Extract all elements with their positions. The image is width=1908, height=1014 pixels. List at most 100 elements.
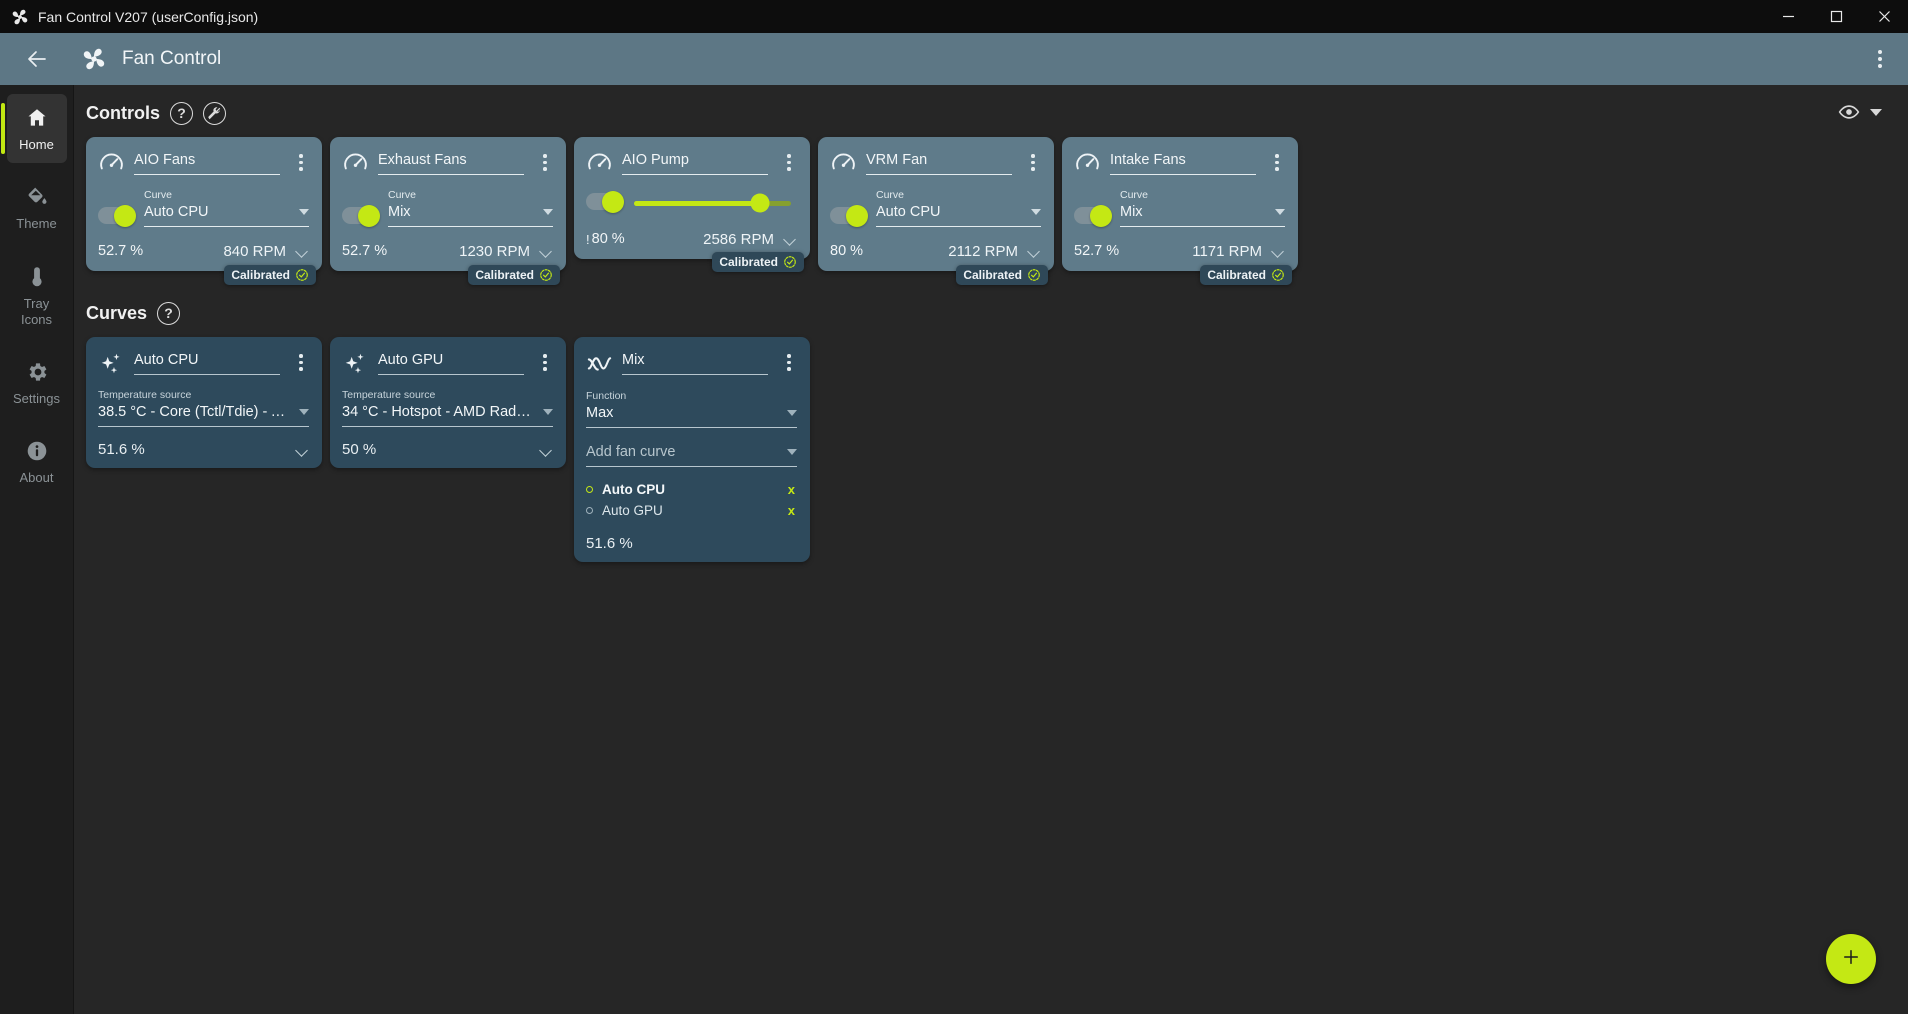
wrench-circle-icon[interactable] [203, 101, 226, 125]
expand-chevron-icon[interactable] [1028, 247, 1041, 255]
control-name-field[interactable]: AIO Fans [134, 150, 284, 175]
back-arrow-icon[interactable] [24, 46, 50, 72]
list-item[interactable]: Auto GPU x [586, 500, 797, 521]
eye-icon[interactable] [1838, 101, 1860, 123]
sidebar-item-about[interactable]: About [7, 427, 67, 496]
window-title: Fan Control V207 (userConfig.json) [38, 8, 259, 25]
control-name-field[interactable]: Exhaust Fans [378, 150, 528, 175]
chevron-down-icon[interactable] [787, 410, 797, 416]
control-stats: 52.7 % 1230 RPM [342, 241, 553, 261]
control-card[interactable]: AIO Pump ! 80 % 2586 RPM Calibrated [574, 137, 810, 272]
chevron-down-icon[interactable] [1031, 209, 1041, 215]
control-name-field[interactable]: VRM Fan [866, 150, 1016, 175]
sidebar-item-settings[interactable]: Settings [7, 348, 67, 417]
chevron-down-icon[interactable] [787, 449, 797, 455]
list-item[interactable]: Auto CPU x [586, 479, 797, 500]
curve-select[interactable]: Curve Auto CPU [144, 189, 309, 227]
control-name-field[interactable]: AIO Pump [622, 150, 772, 175]
maximize-button[interactable] [1812, 0, 1860, 33]
temperature-source-select[interactable]: Temperature source 34 °C - Hotspot - AMD… [342, 389, 553, 427]
curves-title: Curves [86, 302, 148, 323]
more-vertical-icon[interactable] [1025, 150, 1041, 171]
control-enable-toggle[interactable] [1074, 204, 1112, 227]
card-header: Intake Fans [1074, 150, 1285, 178]
help-circle-icon[interactable]: ? [170, 101, 193, 125]
control-percent: 80 % [591, 231, 625, 247]
chevron-down-icon[interactable] [543, 209, 553, 215]
curve-select[interactable]: Curve Auto CPU [876, 189, 1041, 227]
expand-chevron-icon[interactable] [1272, 247, 1285, 255]
control-card[interactable]: AIO Fans Curve Auto CPU 52.7 % 840 RPM C… [86, 137, 322, 285]
help-circle-icon[interactable]: ? [157, 301, 181, 325]
control-card[interactable]: Intake Fans Curve Mix 52.7 % 1171 RPM Ca… [1062, 137, 1298, 285]
info-icon [25, 439, 49, 463]
curve-name-field[interactable]: Auto GPU [378, 350, 528, 375]
control-mode-row: Curve Mix [1074, 189, 1285, 227]
chevron-down-icon[interactable] [1870, 108, 1882, 116]
control-name: Intake Fans [1110, 150, 1256, 175]
chevron-down-icon[interactable] [299, 409, 309, 415]
control-mode-row: Curve Auto CPU [98, 189, 309, 227]
sidebar-item-home[interactable]: Home [0, 94, 67, 164]
add-fan-curve-select[interactable]: Add fan curve [586, 442, 797, 467]
control-percent: 52.7 % [342, 243, 388, 259]
remove-icon[interactable]: x [788, 503, 795, 518]
more-vertical-icon[interactable] [781, 150, 797, 171]
gear-icon [25, 360, 49, 384]
more-vertical-icon[interactable] [293, 350, 309, 371]
curve-card[interactable]: Auto GPU Temperature source 34 °C - Hots… [330, 337, 566, 468]
home-icon [25, 106, 49, 130]
expand-chevron-icon[interactable] [540, 247, 553, 255]
expand-chevron-icon[interactable] [540, 446, 553, 454]
visibility-toggle[interactable] [1838, 101, 1882, 123]
function-select[interactable]: Function Max [586, 390, 797, 428]
curve-select[interactable]: Curve Mix [1120, 189, 1285, 227]
close-button[interactable] [1860, 0, 1908, 33]
add-button[interactable] [1826, 934, 1876, 984]
controls-section-header: Controls ? [86, 99, 1908, 127]
control-enable-toggle[interactable] [830, 204, 868, 227]
more-vertical-icon[interactable] [1868, 47, 1892, 71]
temperature-source-select[interactable]: Temperature source 38.5 °C - Core (Tctl/… [98, 389, 309, 427]
curve-select[interactable]: Curve Mix [388, 189, 553, 227]
sidebar-item-tray-icons[interactable]: Tray Icons [7, 253, 67, 339]
minimize-button[interactable] [1764, 0, 1812, 33]
card-header: AIO Fans [98, 150, 309, 178]
control-name-field[interactable]: Intake Fans [1110, 150, 1260, 175]
more-vertical-icon[interactable] [537, 350, 553, 371]
chevron-down-icon[interactable] [1275, 209, 1285, 215]
status-badge: Calibrated [712, 252, 804, 272]
curve-label: Curve [388, 189, 417, 201]
chevron-down-icon[interactable] [299, 209, 309, 215]
control-card[interactable]: Exhaust Fans Curve Mix 52.7 % 1230 RPM C… [330, 137, 566, 285]
chevron-down-icon[interactable] [543, 409, 553, 415]
control-enable-toggle[interactable] [586, 190, 624, 213]
control-enable-toggle[interactable] [342, 204, 380, 227]
curve-output: 50 % [342, 441, 553, 458]
more-vertical-icon[interactable] [537, 150, 553, 171]
temperature-source-label: Temperature source [98, 389, 192, 401]
gauge-icon [1074, 151, 1101, 178]
gauge-icon [586, 151, 613, 178]
curve-name-field[interactable]: Mix [622, 350, 772, 375]
remove-icon[interactable]: x [788, 482, 795, 497]
thermometer-icon [25, 265, 49, 289]
slider-knob[interactable] [750, 193, 770, 213]
more-vertical-icon[interactable] [293, 150, 309, 171]
curve-card[interactable]: Auto CPU Temperature source 38.5 °C - Co… [86, 337, 322, 468]
curve-value: Auto CPU [144, 204, 209, 220]
speed-slider[interactable] [634, 193, 791, 213]
curve-name: Auto CPU [134, 350, 280, 375]
more-vertical-icon[interactable] [781, 350, 797, 371]
control-card[interactable]: VRM Fan Curve Auto CPU 80 % 2112 RPM Cal… [818, 137, 1054, 285]
curve-name-field[interactable]: Auto CPU [134, 350, 284, 375]
more-vertical-icon[interactable] [1269, 150, 1285, 171]
curves-card-row: Auto CPU Temperature source 38.5 °C - Co… [86, 337, 1908, 562]
control-enable-toggle[interactable] [98, 204, 136, 227]
expand-chevron-icon[interactable] [784, 235, 797, 243]
sidebar-item-theme[interactable]: Theme [7, 173, 67, 242]
sparkles-icon [342, 351, 369, 378]
expand-chevron-icon[interactable] [296, 446, 309, 454]
expand-chevron-icon[interactable] [296, 247, 309, 255]
curve-card-mix[interactable]: Mix Function Max Add fan curve Auto CPU … [574, 337, 810, 562]
